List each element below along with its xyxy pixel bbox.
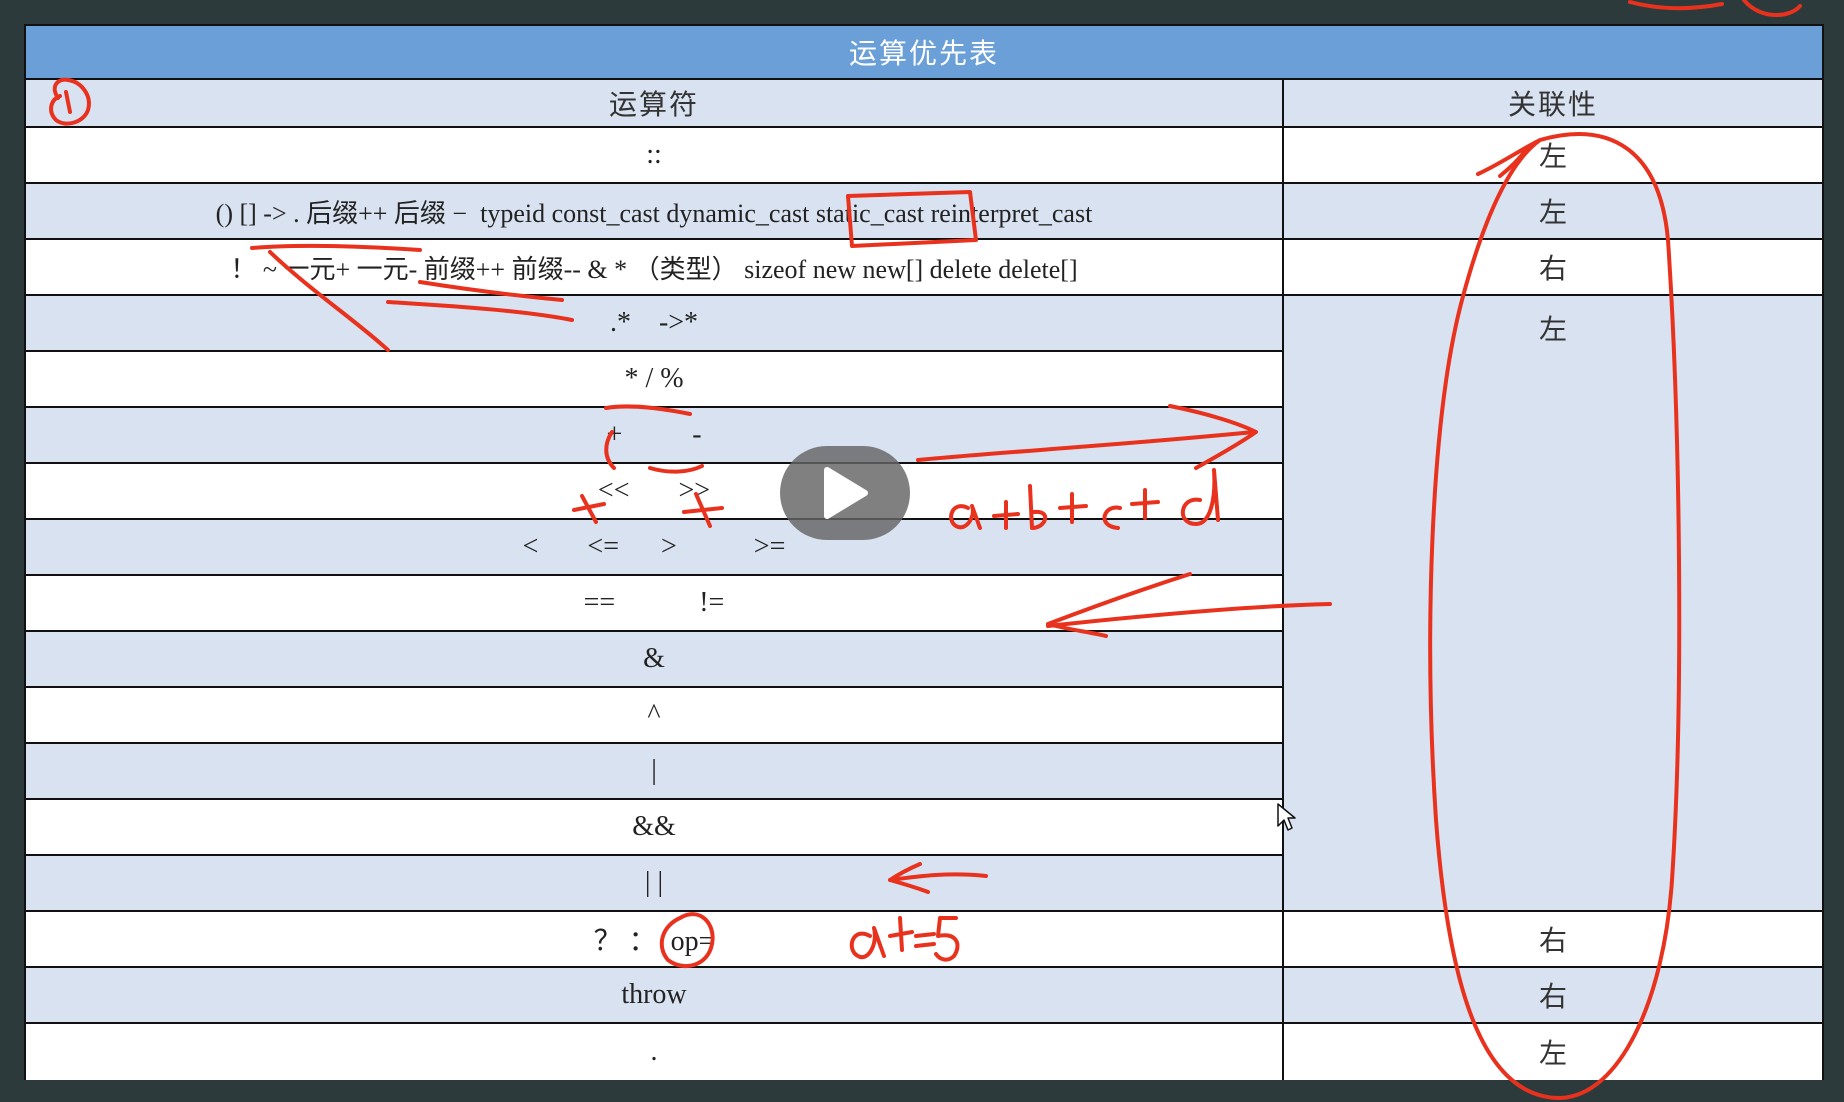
- operator-cell: throw: [26, 968, 1284, 1022]
- table-row: ！ ~ 一元+ 一元- 前缀++ 前缀-- & * （类型） sizeof ne…: [26, 240, 1822, 296]
- operator-cell: () [] -> . 后缀++ 后缀 − typeid const_cast d…: [26, 184, 1284, 238]
- operator-cell: < <= > >=: [26, 520, 1284, 574]
- header-associativity: 关联性: [1507, 90, 1598, 121]
- table-title: 运算优先表: [26, 26, 1822, 80]
- table-row: . 左: [26, 1024, 1822, 1080]
- operator-cell: ^: [26, 688, 1284, 742]
- operator-cell: ？ ： op=: [26, 912, 1284, 966]
- associativity-merged-cell: 左: [1284, 296, 1822, 910]
- operator-cell: << >>: [26, 464, 1284, 518]
- table-row: throw 右: [26, 968, 1822, 1024]
- associativity-cell: 右: [1538, 254, 1567, 285]
- operator-cell: .* ->*: [26, 296, 1284, 350]
- table-row: ？ ： op= 右: [26, 912, 1822, 968]
- operator-cell: == !=: [26, 576, 1284, 630]
- header-operator: 运算符: [26, 80, 1284, 126]
- play-button[interactable]: [780, 446, 910, 540]
- operator-cell: &: [26, 632, 1284, 686]
- precedence-table-slide: 运算优先表 运算符 关联性 :: 左 () [] -> . 后缀++ 后缀 − …: [24, 24, 1824, 1080]
- table-row: () [] -> . 后缀++ 后缀 − typeid const_cast d…: [26, 184, 1822, 240]
- operator-cell: |: [26, 744, 1284, 798]
- associativity-cell: 左: [1538, 1039, 1567, 1070]
- associativity-cell: 左: [1538, 142, 1567, 173]
- play-icon: [824, 467, 868, 519]
- mouse-pointer-icon: [1277, 803, 1296, 831]
- table-header-row: 运算符 关联性: [26, 80, 1822, 128]
- operator-cell: &&: [26, 800, 1284, 854]
- operator-cell: + -: [26, 408, 1284, 462]
- operator-cell: ::: [26, 128, 1284, 182]
- associativity-cell: 右: [1538, 982, 1567, 1013]
- associativity-cell: 右: [1538, 926, 1567, 957]
- table-row: :: 左: [26, 128, 1822, 184]
- operator-cell: | |: [26, 856, 1284, 910]
- operator-cell: .: [26, 1024, 1284, 1080]
- operator-cell: ！ ~ 一元+ 一元- 前缀++ 前缀-- & * （类型） sizeof ne…: [26, 240, 1284, 294]
- operator-cell: * / %: [26, 352, 1284, 406]
- associativity-cell: 左: [1538, 198, 1567, 229]
